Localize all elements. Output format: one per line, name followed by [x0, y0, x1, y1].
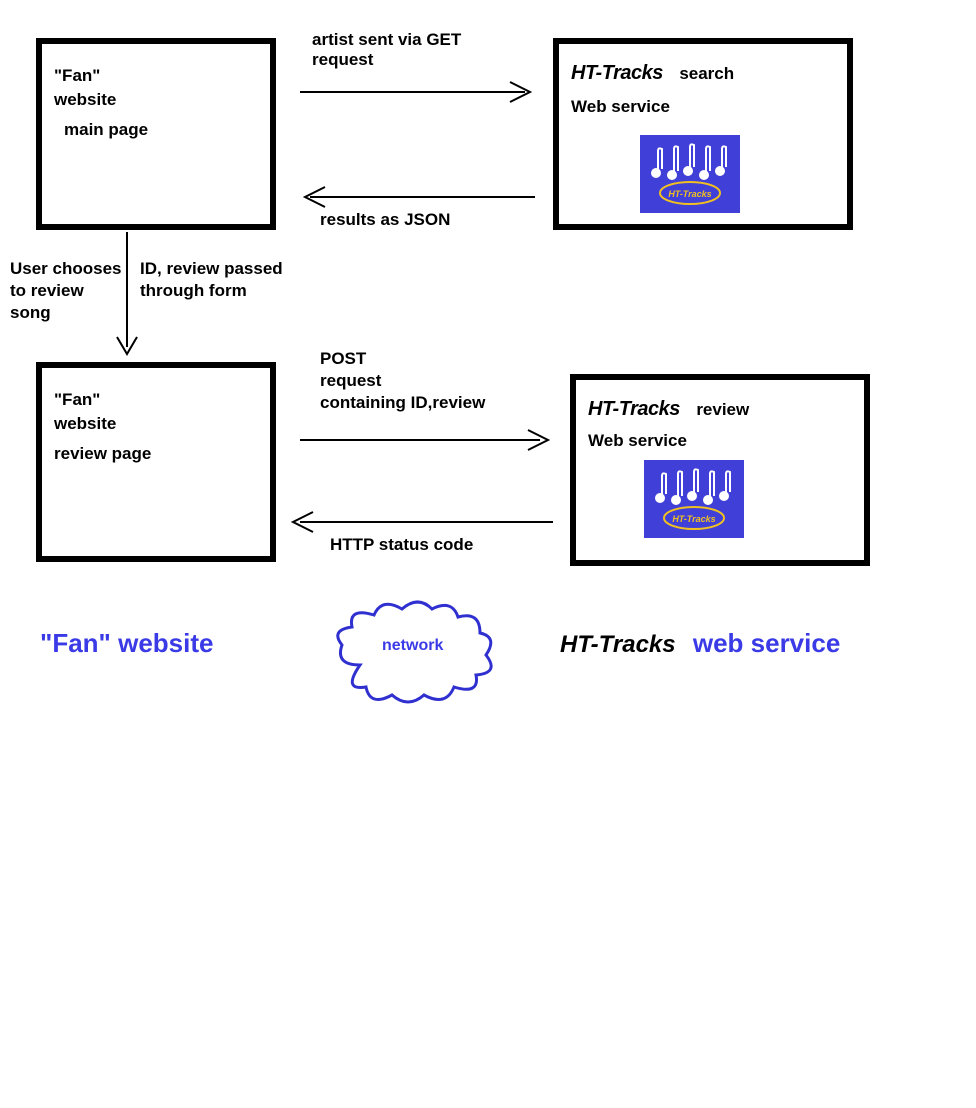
- legend-ht: HT-Tracks web service: [560, 628, 840, 659]
- ht-logo-icon: HT-Tracks: [640, 135, 740, 213]
- ht-review-role: review: [696, 400, 749, 419]
- cloud-label: network: [382, 637, 443, 655]
- ht-search-role: search: [679, 64, 734, 83]
- ht-logo-icon-2: HT-Tracks: [644, 460, 744, 538]
- legend-fan: "Fan" website: [40, 628, 213, 659]
- fan-review-l3: review page: [54, 444, 258, 464]
- fan-main-l2: website: [54, 90, 258, 110]
- fan-main-l3: main page: [64, 120, 258, 140]
- fan-review-l1: "Fan": [54, 390, 258, 410]
- ht-search-brand: HT-Tracks: [571, 62, 663, 84]
- fan-main-l1: "Fan": [54, 66, 258, 86]
- label-form-pass: ID, review passed through form: [140, 258, 283, 302]
- box-fan-main: "Fan" website main page: [36, 38, 276, 230]
- label-get-request: artist sent via GET request: [312, 30, 461, 70]
- ht-review-sub: Web service: [588, 431, 852, 451]
- label-user-chooses: User chooses to review song: [10, 258, 122, 324]
- arrow-get-request: [300, 80, 540, 110]
- ht-search-sub: Web service: [571, 97, 835, 117]
- legend-ht-rest: web service: [693, 628, 840, 658]
- box-fan-review: "Fan" website review page: [36, 362, 276, 562]
- ht-review-brand: HT-Tracks: [588, 398, 680, 420]
- label-post-request: POST request containing ID,review: [320, 348, 485, 414]
- cloud-icon: network: [330, 595, 500, 715]
- arrow-post-request: [300, 428, 555, 458]
- svg-text:HT-Tracks: HT-Tracks: [672, 514, 715, 524]
- legend-ht-brand: HT-Tracks: [560, 631, 676, 658]
- label-json-results: results as JSON: [320, 210, 450, 230]
- svg-text:HT-Tracks: HT-Tracks: [668, 189, 711, 199]
- label-status-code: HTTP status code: [330, 535, 473, 555]
- fan-review-l2: website: [54, 414, 258, 434]
